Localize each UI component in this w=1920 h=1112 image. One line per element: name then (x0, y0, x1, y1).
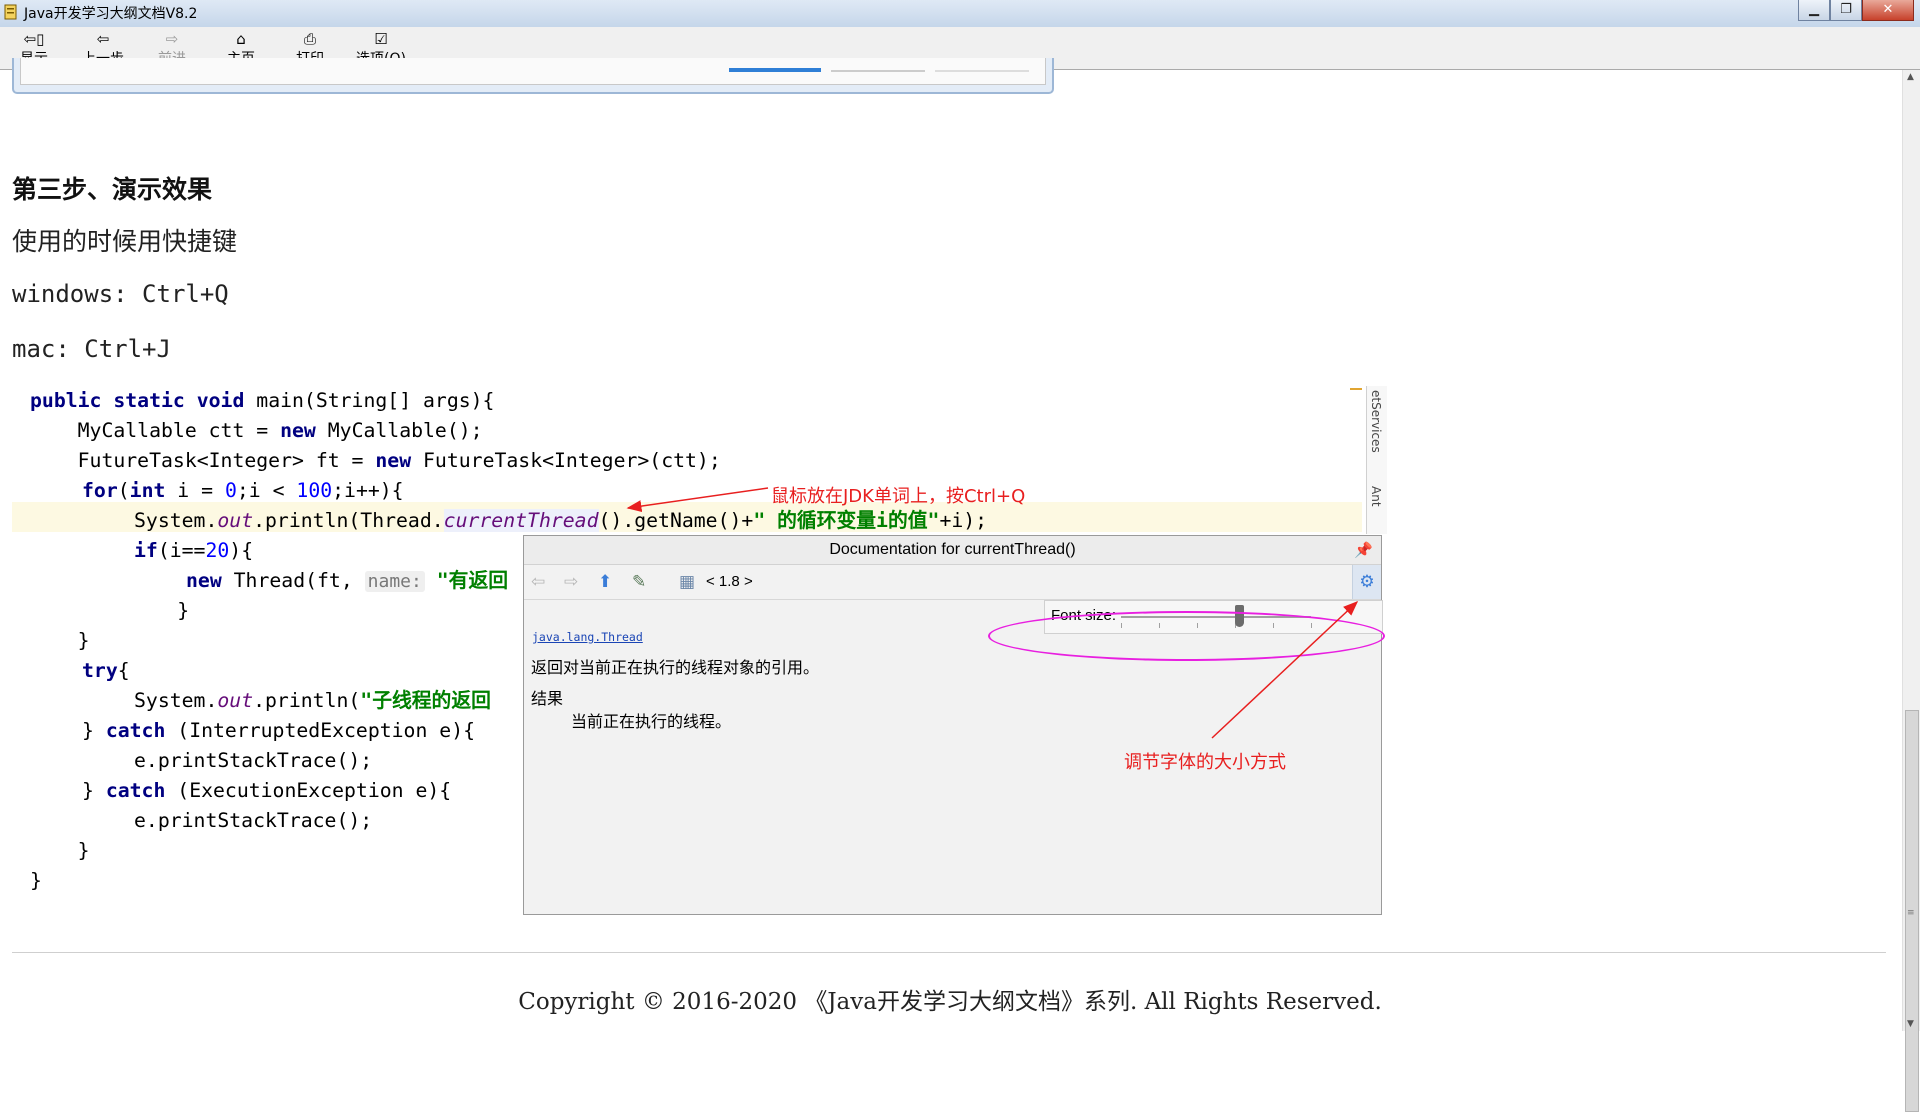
code-line: } (30, 839, 90, 862)
doc-popup-title: Documentation for currentThread() (524, 536, 1381, 565)
scroll-up-icon[interactable]: ▲ (1907, 72, 1914, 82)
options-icon: ☑ (374, 30, 388, 48)
gutter-marker (1350, 388, 1362, 390)
code-line: System.out.println(Thread.currentThread(… (134, 509, 988, 532)
app-icon (4, 4, 17, 20)
pin-icon[interactable]: 📌 (1354, 541, 1373, 559)
vertical-scrollbar[interactable]: ▲ ≡ ▼ (1902, 70, 1920, 1112)
code-line: e.printStackTrace(); (134, 809, 373, 832)
footer-divider (12, 952, 1886, 953)
mac-shortcut: mac: Ctrl+J (12, 335, 171, 363)
ide-side-toolbar: etServices Ant (1366, 386, 1387, 534)
window-title: Java开发学习大纲文档V8.2 (24, 6, 198, 22)
previous-dialog-button-tertiary (935, 70, 1029, 72)
section-heading: 第三步、演示效果 (12, 175, 213, 204)
previous-dialog-button-primary (729, 68, 821, 72)
hover-annotation: 鼠标放在JDK单词上，按Ctrl+Q (771, 486, 1026, 507)
scroll-down-icon[interactable]: ▼ (1907, 1019, 1914, 1029)
code-line: new Thread(ft, name: "有返回 (186, 569, 509, 592)
previous-screenshot-fragment (12, 58, 1054, 94)
back-arrow-icon: ⇦ (96, 30, 110, 48)
doc-description: 返回对当前正在执行的线程对象的引用。 (531, 658, 820, 677)
code-line: try{ (82, 659, 130, 682)
doc-returns-heading: 结果 (531, 689, 564, 708)
code-line: } catch (ExecutionException e){ (82, 779, 452, 802)
gear-icon[interactable]: ⚙ (1352, 565, 1381, 599)
close-button[interactable]: ✕ (1862, 0, 1914, 21)
side-tab-ant[interactable]: Ant (1369, 486, 1383, 507)
library-icon: ▦ (679, 572, 696, 592)
printer-icon: ⎙ (303, 30, 316, 48)
code-line: } (30, 629, 90, 652)
home-icon: ⌂ (236, 30, 246, 48)
previous-dialog-button-secondary (831, 70, 925, 72)
scroll-grip-icon: ≡ (1907, 908, 1915, 918)
code-line: } (30, 869, 42, 892)
code-line: e.printStackTrace(); (134, 749, 373, 772)
code-line: System.out.println("子线程的返回 (134, 689, 491, 712)
code-line: FutureTask<Integer> ft = new FutureTask<… (30, 449, 721, 472)
code-line: } (82, 599, 190, 622)
side-tab-services[interactable]: etServices (1369, 390, 1383, 453)
jdk-version-selector[interactable]: < 1.8 > (706, 573, 753, 590)
shortcut-intro: 使用的时候用快捷键 (12, 227, 238, 256)
window-title-bar: Java开发学习大纲文档V8.2 ▁ ❐ ✕ (0, 0, 1920, 28)
hovered-identifier[interactable]: currentThread (443, 509, 599, 532)
up-arrow-icon[interactable]: ⬆ (598, 572, 612, 592)
doc-toolbar: ⇦ ⇨ ⬆ ✎ ▦ < 1.8 > ⚙ (524, 565, 1381, 600)
forward-arrow-icon[interactable]: ⇨ (564, 572, 578, 592)
code-line: if(i==20){ (134, 539, 254, 562)
code-line: for(int i = 0;i < 100;i++){ (82, 479, 404, 502)
show-icon: ⇦▯ (23, 30, 45, 48)
minimize-button[interactable]: ▁ (1798, 0, 1830, 21)
code-line: MyCallable ctt = new MyCallable(); (30, 419, 483, 442)
copyright-footer: Copyright © 2016-2020 《Java开发学习大纲文档》系列. … (518, 989, 1382, 1015)
maximize-button[interactable]: ❐ (1830, 0, 1862, 21)
code-line: } catch (InterruptedException e){ (82, 719, 476, 742)
font-size-annotation: 调节字体的大小方式 (1124, 752, 1286, 773)
doc-returns-text: 当前正在执行的线程。 (571, 712, 732, 731)
parameter-hint: name: (364, 571, 425, 592)
code-line: public static void main(String[] args){ (30, 389, 495, 412)
forward-arrow-icon: ⇨ (165, 30, 179, 48)
windows-shortcut: windows: Ctrl+Q (12, 280, 229, 308)
edit-source-icon[interactable]: ✎ (632, 572, 646, 592)
font-size-highlight-ellipse (988, 611, 1385, 661)
documentation-popup: Documentation for currentThread() 📌 ⇦ ⇨ … (523, 535, 1383, 915)
back-arrow-icon[interactable]: ⇦ (531, 572, 545, 592)
class-link[interactable]: java.lang.Thread (532, 630, 643, 644)
